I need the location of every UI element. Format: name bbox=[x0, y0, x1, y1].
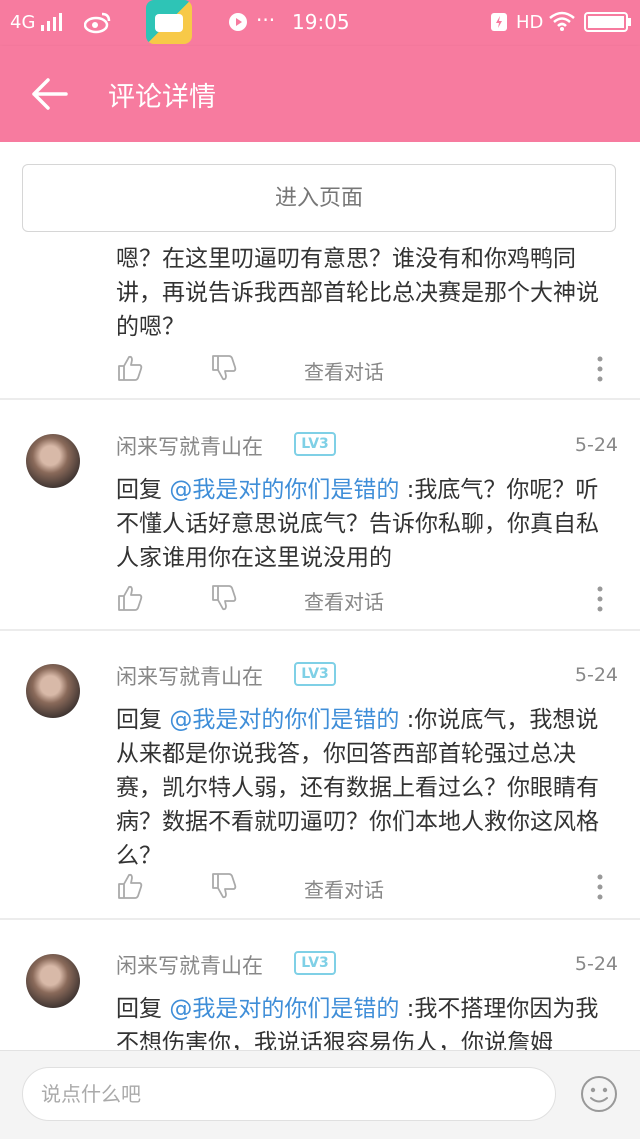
more-notifications-icon: ··· bbox=[256, 8, 276, 32]
mention-link[interactable]: @我是对的你们是错的 bbox=[169, 477, 399, 503]
more-vertical-icon[interactable] bbox=[594, 872, 606, 902]
mention-link[interactable]: @我是对的你们是错的 bbox=[169, 996, 399, 1022]
avatar[interactable] bbox=[26, 434, 80, 488]
username[interactable]: 闲来写就青山在 bbox=[116, 950, 263, 980]
divider bbox=[0, 918, 640, 920]
reply-prefix: 回复 bbox=[116, 707, 162, 733]
comment-date: 5-24 bbox=[574, 664, 618, 686]
thumbs-down-icon[interactable] bbox=[210, 872, 238, 900]
level-badge: LV3 bbox=[294, 662, 336, 686]
comment-date: 5-24 bbox=[574, 434, 618, 456]
avatar[interactable] bbox=[26, 954, 80, 1008]
emoji-icon[interactable] bbox=[580, 1075, 618, 1113]
page-title: 评论详情 bbox=[108, 82, 216, 113]
battery-saver-icon bbox=[491, 13, 507, 31]
comment-list[interactable]: 进入页面 嗯？在这里叨逼叨有意思？谁没有和你鸡鸭同讲，再说告诉我西部首轮比总决赛… bbox=[0, 142, 640, 1050]
weibo-icon bbox=[84, 12, 111, 34]
comment-text: 回复 @我是对的你们是错的 :你说底气，我想说从来都是你说我答，你回答西部首轮强… bbox=[116, 703, 616, 873]
status-bar: 4G ··· 19:05 HD bbox=[0, 0, 640, 46]
view-conversation-link[interactable]: 查看对话 bbox=[304, 874, 384, 903]
thumbs-down-icon[interactable] bbox=[210, 584, 238, 612]
comment-actions: 查看对话 bbox=[0, 580, 640, 620]
status-time: 19:05 bbox=[292, 10, 350, 34]
app-bar: 评论详情 bbox=[0, 46, 640, 142]
enter-page-button[interactable]: 进入页面 bbox=[22, 164, 616, 232]
view-conversation-link[interactable]: 查看对话 bbox=[304, 586, 384, 615]
reply-prefix: 回复 bbox=[116, 996, 162, 1022]
more-vertical-icon[interactable] bbox=[594, 584, 606, 614]
signal-icon bbox=[41, 13, 62, 31]
comment-text: 回复 @我是对的你们是错的 :我底气？你呢？听不懂人话好意思说底气？告诉你私聊，… bbox=[116, 473, 616, 575]
mention-link[interactable]: @我是对的你们是错的 bbox=[169, 707, 399, 733]
comment-date: 5-24 bbox=[574, 953, 618, 975]
level-badge: LV3 bbox=[294, 951, 336, 975]
divider bbox=[0, 398, 640, 400]
reply-prefix: 回复 bbox=[116, 477, 162, 503]
avatar[interactable] bbox=[26, 664, 80, 718]
comment-input-bar: 说点什么吧 bbox=[0, 1050, 640, 1139]
view-conversation-link[interactable]: 查看对话 bbox=[304, 356, 384, 385]
comment-actions: 查看对话 bbox=[0, 350, 640, 390]
comment-input[interactable]: 说点什么吧 bbox=[22, 1067, 556, 1121]
more-vertical-icon[interactable] bbox=[594, 354, 606, 384]
arrow-left-icon[interactable] bbox=[30, 76, 70, 112]
thumbs-down-icon[interactable] bbox=[210, 354, 238, 382]
media-icon bbox=[229, 13, 247, 31]
battery-icon bbox=[584, 12, 631, 32]
wifi-icon bbox=[549, 11, 575, 31]
app-icon bbox=[146, 0, 192, 44]
level-badge: LV3 bbox=[294, 432, 336, 456]
thumbs-up-icon[interactable] bbox=[116, 354, 144, 382]
hd-label: HD bbox=[516, 12, 544, 33]
divider bbox=[0, 629, 640, 631]
thumbs-up-icon[interactable] bbox=[116, 584, 144, 612]
username[interactable]: 闲来写就青山在 bbox=[116, 431, 263, 461]
comment-text: 嗯？在这里叨逼叨有意思？谁没有和你鸡鸭同讲，再说告诉我西部首轮比总决赛是那个大神… bbox=[116, 246, 599, 340]
comment-text: 回复 @我是对的你们是错的 :我不搭理你因为我不想伤害你，我说话狠容易伤人，你说… bbox=[116, 992, 616, 1050]
network-label: 4G bbox=[10, 12, 36, 33]
thumbs-up-icon[interactable] bbox=[116, 872, 144, 900]
comment-actions: 查看对话 bbox=[0, 868, 640, 908]
username[interactable]: 闲来写就青山在 bbox=[116, 661, 263, 691]
